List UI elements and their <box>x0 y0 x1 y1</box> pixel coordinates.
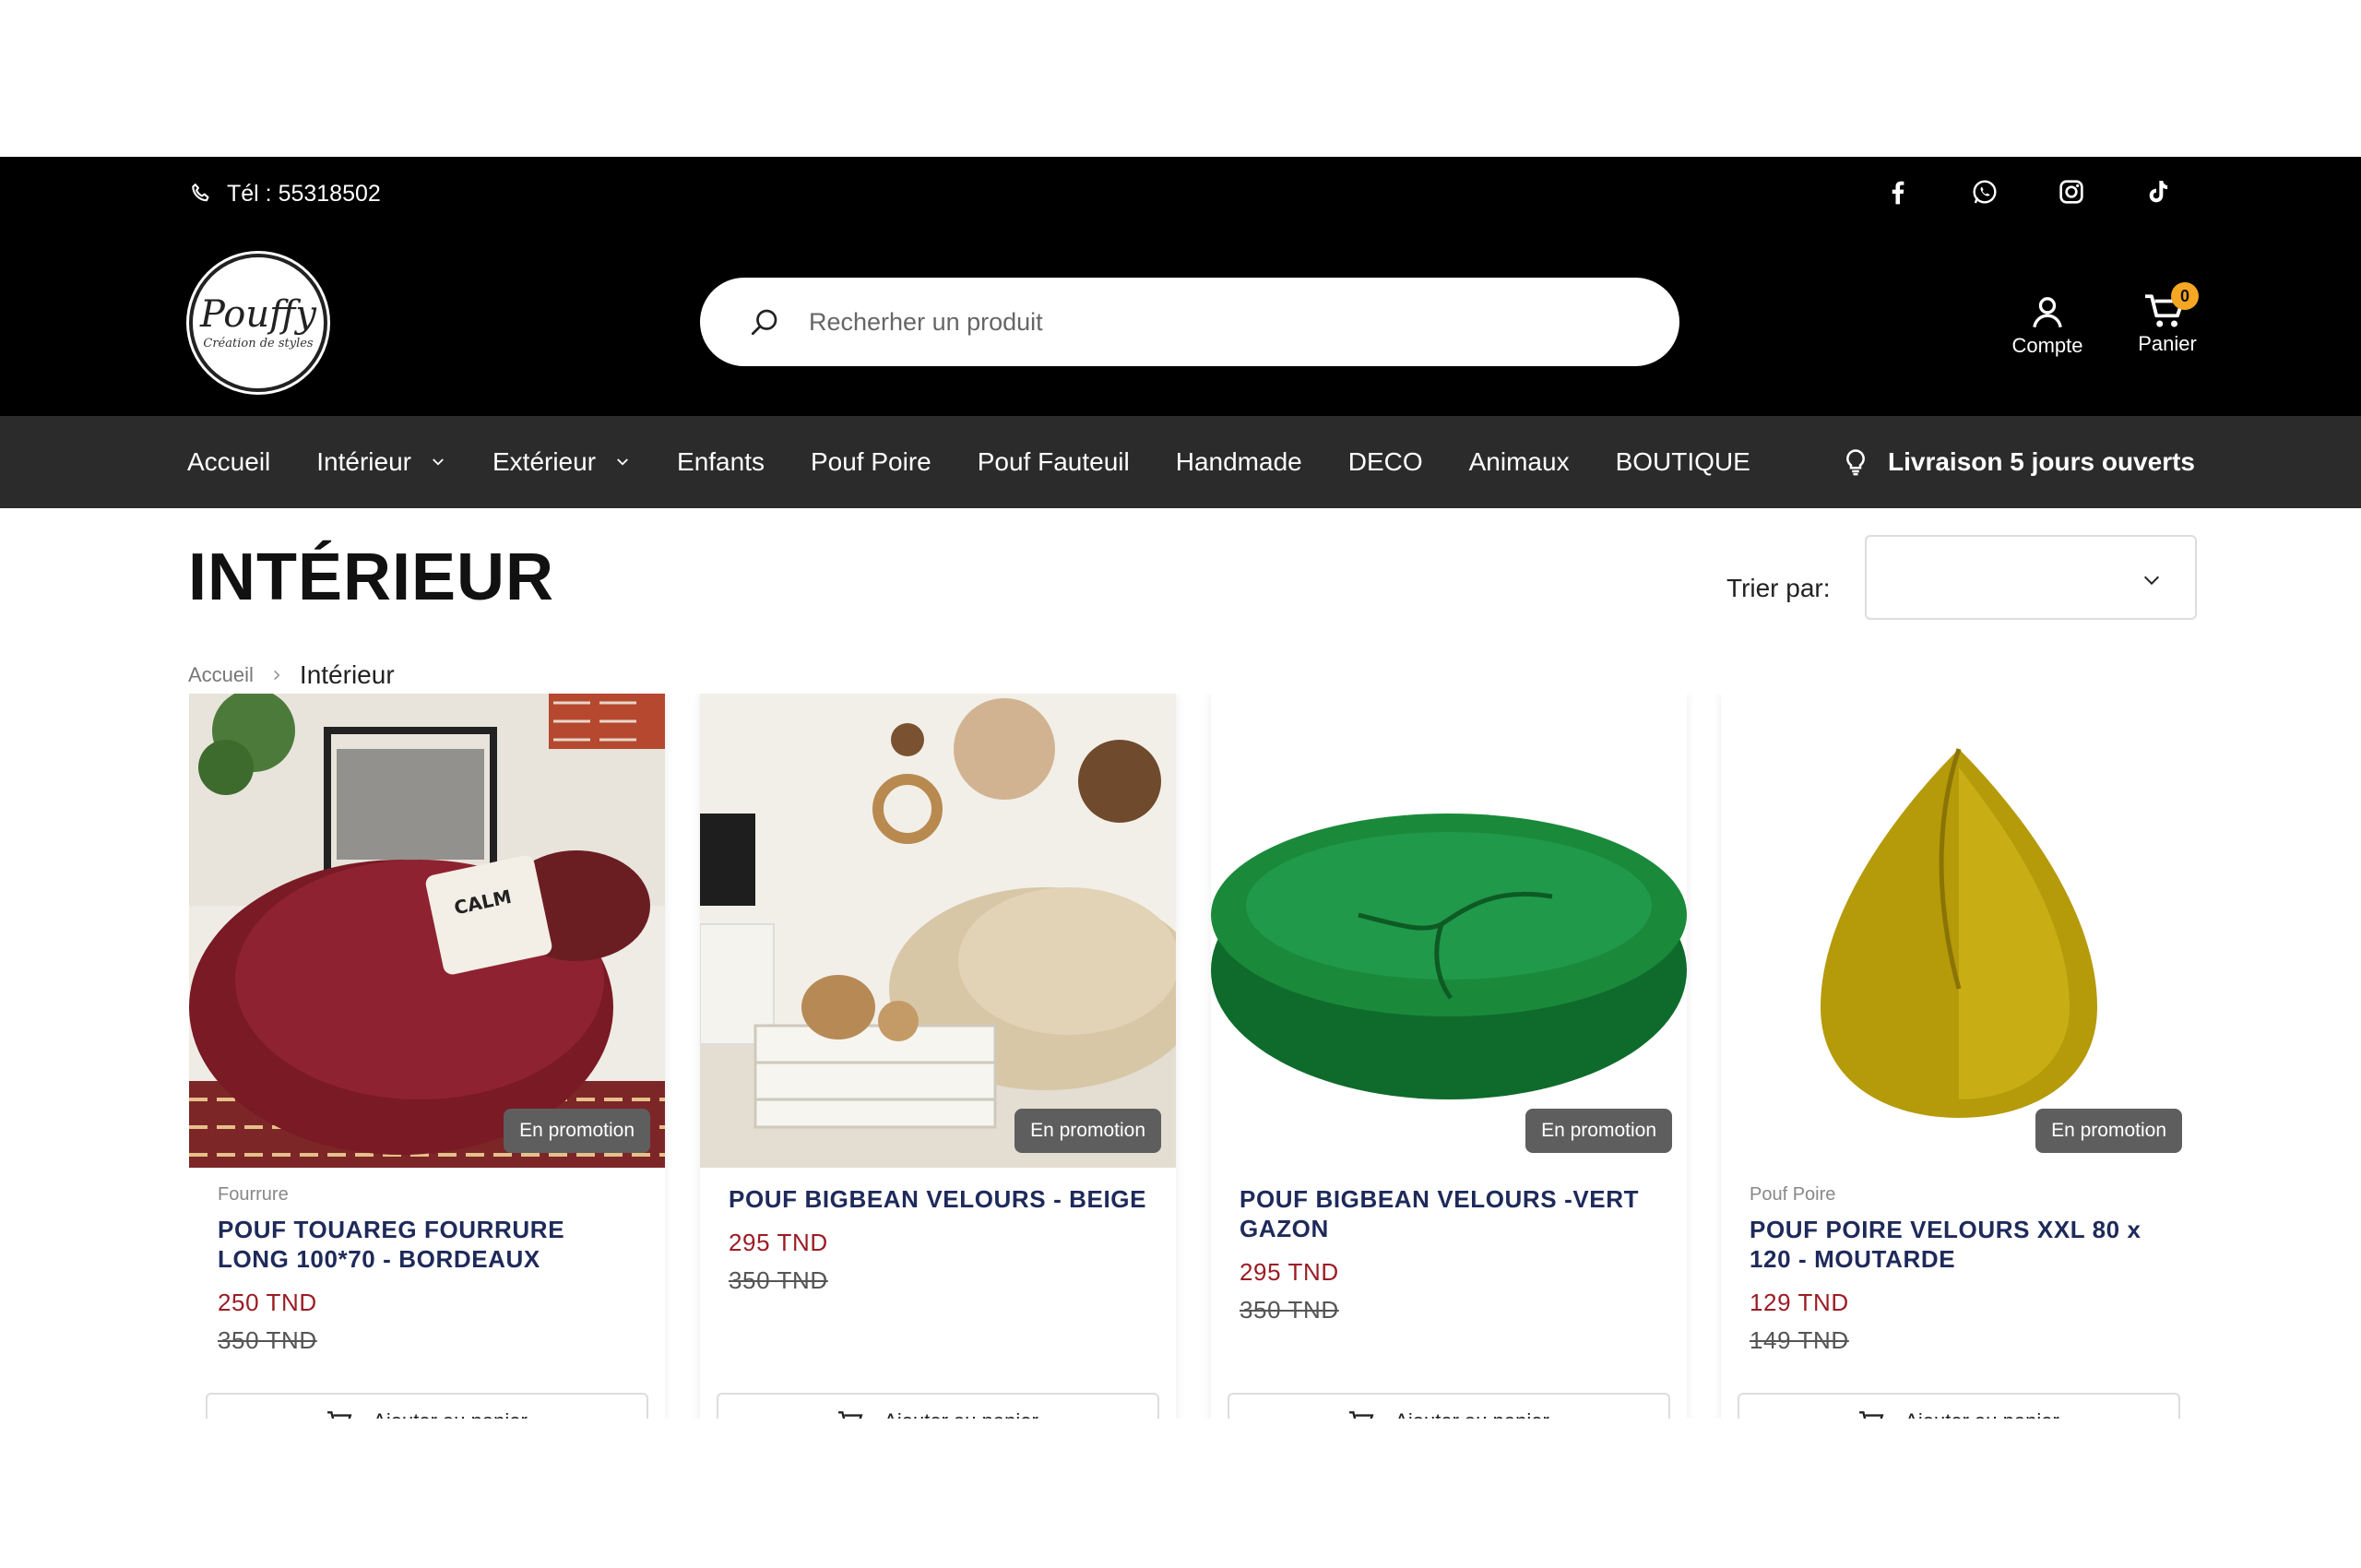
product-price: 295 TND <box>1240 1258 1339 1286</box>
add-to-cart-label: Ajouter au panier <box>373 1409 528 1419</box>
phone-number: Tél : 55318502 <box>227 180 381 207</box>
add-to-cart-label: Ajouter au panier <box>884 1409 1038 1419</box>
phone-contact[interactable]: Tél : 55318502 <box>188 175 381 212</box>
promo-badge: En promotion <box>1014 1109 1161 1153</box>
product-old-price: 149 TND <box>1750 1326 1849 1354</box>
product-old-price: 350 TND <box>729 1266 828 1294</box>
product-image[interactable]: En promotion <box>1721 694 2197 1168</box>
breadcrumb: Accueil Intérieur <box>188 660 395 690</box>
page-title: INTÉRIEUR <box>188 540 555 614</box>
add-to-cart-label: Ajouter au panier <box>1394 1409 1549 1419</box>
nav-item-boutique[interactable]: BOUTIQUE <box>1616 447 1750 477</box>
product-name[interactable]: POUF POIRE VELOURS XXL 80 x 120 - MOUTAR… <box>1750 1215 2168 1274</box>
nav-item-handmade[interactable]: Handmade <box>1176 447 1302 477</box>
main-nav: Accueil Intérieur Extérieur Enfants Pouf… <box>0 416 2361 508</box>
search-icon[interactable] <box>748 305 781 339</box>
product-name[interactable]: POUF TOUAREG FOURRURE LONG 100*70 - BORD… <box>218 1215 636 1274</box>
add-to-cart-button[interactable]: Ajouter au panier <box>1738 1393 2180 1419</box>
product-card[interactable]: En promotion POUF BIGBEAN VELOURS -VERT … <box>1211 694 1687 1419</box>
cart-icon <box>838 1411 863 1419</box>
product-price: 295 TND <box>729 1229 828 1256</box>
nav-item-pouf-fauteuil[interactable]: Pouf Fauteuil <box>978 447 1130 477</box>
product-card[interactable]: CALM En promotion Fourrure POUF TOUAREG … <box>189 694 665 1419</box>
facebook-icon[interactable] <box>1881 175 1915 208</box>
nav-item-accueil[interactable]: Accueil <box>187 447 270 477</box>
lightbulb-icon <box>1846 449 1865 476</box>
instagram-icon[interactable] <box>2055 175 2088 208</box>
breadcrumb-home[interactable]: Accueil <box>188 663 254 687</box>
product-name[interactable]: POUF BIGBEAN VELOURS -VERT GAZON <box>1240 1184 1658 1243</box>
logo-brand: Pouffy <box>199 292 317 336</box>
nav-label: Handmade <box>1175 447 1302 476</box>
add-to-cart-label: Ajouter au panier <box>1904 1409 2059 1419</box>
cart-link[interactable]: 0 Panier <box>2121 282 2213 356</box>
nav-label: Extérieur <box>492 447 597 476</box>
cart-icon <box>327 1411 352 1419</box>
product-image[interactable]: En promotion <box>700 694 1176 1168</box>
nav-item-pouf-poire[interactable]: Pouf Poire <box>811 447 931 477</box>
product-card[interactable]: En promotion POUF BIGBEAN VELOURS - BEIG… <box>700 694 1176 1419</box>
product-category[interactable]: Fourrure <box>218 1184 636 1206</box>
sort-select[interactable] <box>1865 535 2197 620</box>
sort-label: Trier par: <box>1726 574 1831 602</box>
chevron-right-icon <box>274 670 280 681</box>
phone-icon <box>192 184 209 202</box>
nav-label: BOUTIQUE <box>1615 447 1750 476</box>
account-link[interactable]: Compte <box>2001 293 2094 358</box>
nav-item-deco[interactable]: DECO <box>1348 447 1423 477</box>
nav-label: Accueil <box>187 447 271 476</box>
product-old-price: 350 TND <box>1240 1296 1339 1324</box>
cart-count-badge: 0 <box>2171 282 2199 310</box>
product-old-price: 350 TND <box>218 1326 317 1354</box>
site-header: Tél : 55318502 Pouffy Création de styles <box>0 157 2361 416</box>
cart-label: Panier <box>2138 332 2197 355</box>
nav-item-enfants[interactable]: Enfants <box>677 447 765 477</box>
add-to-cart-button[interactable]: Ajouter au panier <box>1228 1393 1670 1419</box>
account-label: Compte <box>2011 334 2083 357</box>
breadcrumb-current: Intérieur <box>299 660 395 689</box>
product-image[interactable]: CALM En promotion <box>189 694 665 1168</box>
chevron-down-icon <box>433 458 444 466</box>
page: Tél : 55318502 Pouffy Création de styles <box>0 0 2361 1568</box>
whatsapp-icon[interactable] <box>1968 175 2001 208</box>
delivery-notice: Livraison 5 jours ouverts <box>1844 416 2195 508</box>
promo-badge: En promotion <box>2035 1109 2182 1153</box>
product-image[interactable]: En promotion <box>1211 694 1687 1168</box>
nav-item-animaux[interactable]: Animaux <box>1469 447 1570 477</box>
logo[interactable]: Pouffy Création de styles <box>189 254 327 392</box>
nav-label: Pouf Fauteuil <box>977 447 1130 476</box>
product-category[interactable]: Pouf Poire <box>1750 1184 2168 1206</box>
nav-label: Enfants <box>677 447 765 476</box>
product-price: 129 TND <box>1750 1289 1849 1316</box>
add-to-cart-button[interactable]: Ajouter au panier <box>206 1393 648 1419</box>
social-links <box>1881 175 2175 208</box>
promo-badge: En promotion <box>1525 1109 1672 1153</box>
product-name[interactable]: POUF BIGBEAN VELOURS - BEIGE <box>729 1184 1147 1214</box>
cart-icon <box>1859 1411 1884 1419</box>
chevron-down-icon <box>617 458 628 466</box>
user-icon <box>2033 297 2062 328</box>
delivery-text: Livraison 5 jours ouverts <box>1888 447 2195 476</box>
nav-item-interieur[interactable]: Intérieur <box>316 447 446 477</box>
promo-badge: En promotion <box>504 1109 650 1153</box>
nav-label: Animaux <box>1468 447 1570 476</box>
nav-label: DECO <box>1347 447 1423 476</box>
nav-item-exterieur[interactable]: Extérieur <box>492 447 631 477</box>
logo-tagline: Création de styles <box>203 336 314 350</box>
product-card[interactable]: En promotion Pouf Poire POUF POIRE VELOU… <box>1721 694 2197 1419</box>
search-input[interactable] <box>809 307 1547 337</box>
cart-icon <box>1349 1411 1374 1419</box>
search-bar <box>700 278 1679 366</box>
tiktok-icon[interactable] <box>2142 175 2175 208</box>
add-to-cart-button[interactable]: Ajouter au panier <box>717 1393 1159 1419</box>
nav-label: Intérieur <box>316 447 411 476</box>
chevron-down-icon <box>2143 576 2160 586</box>
product-price: 250 TND <box>218 1289 317 1316</box>
nav-label: Pouf Poire <box>810 447 931 476</box>
product-grid: CALM En promotion Fourrure POUF TOUAREG … <box>189 694 2197 1419</box>
